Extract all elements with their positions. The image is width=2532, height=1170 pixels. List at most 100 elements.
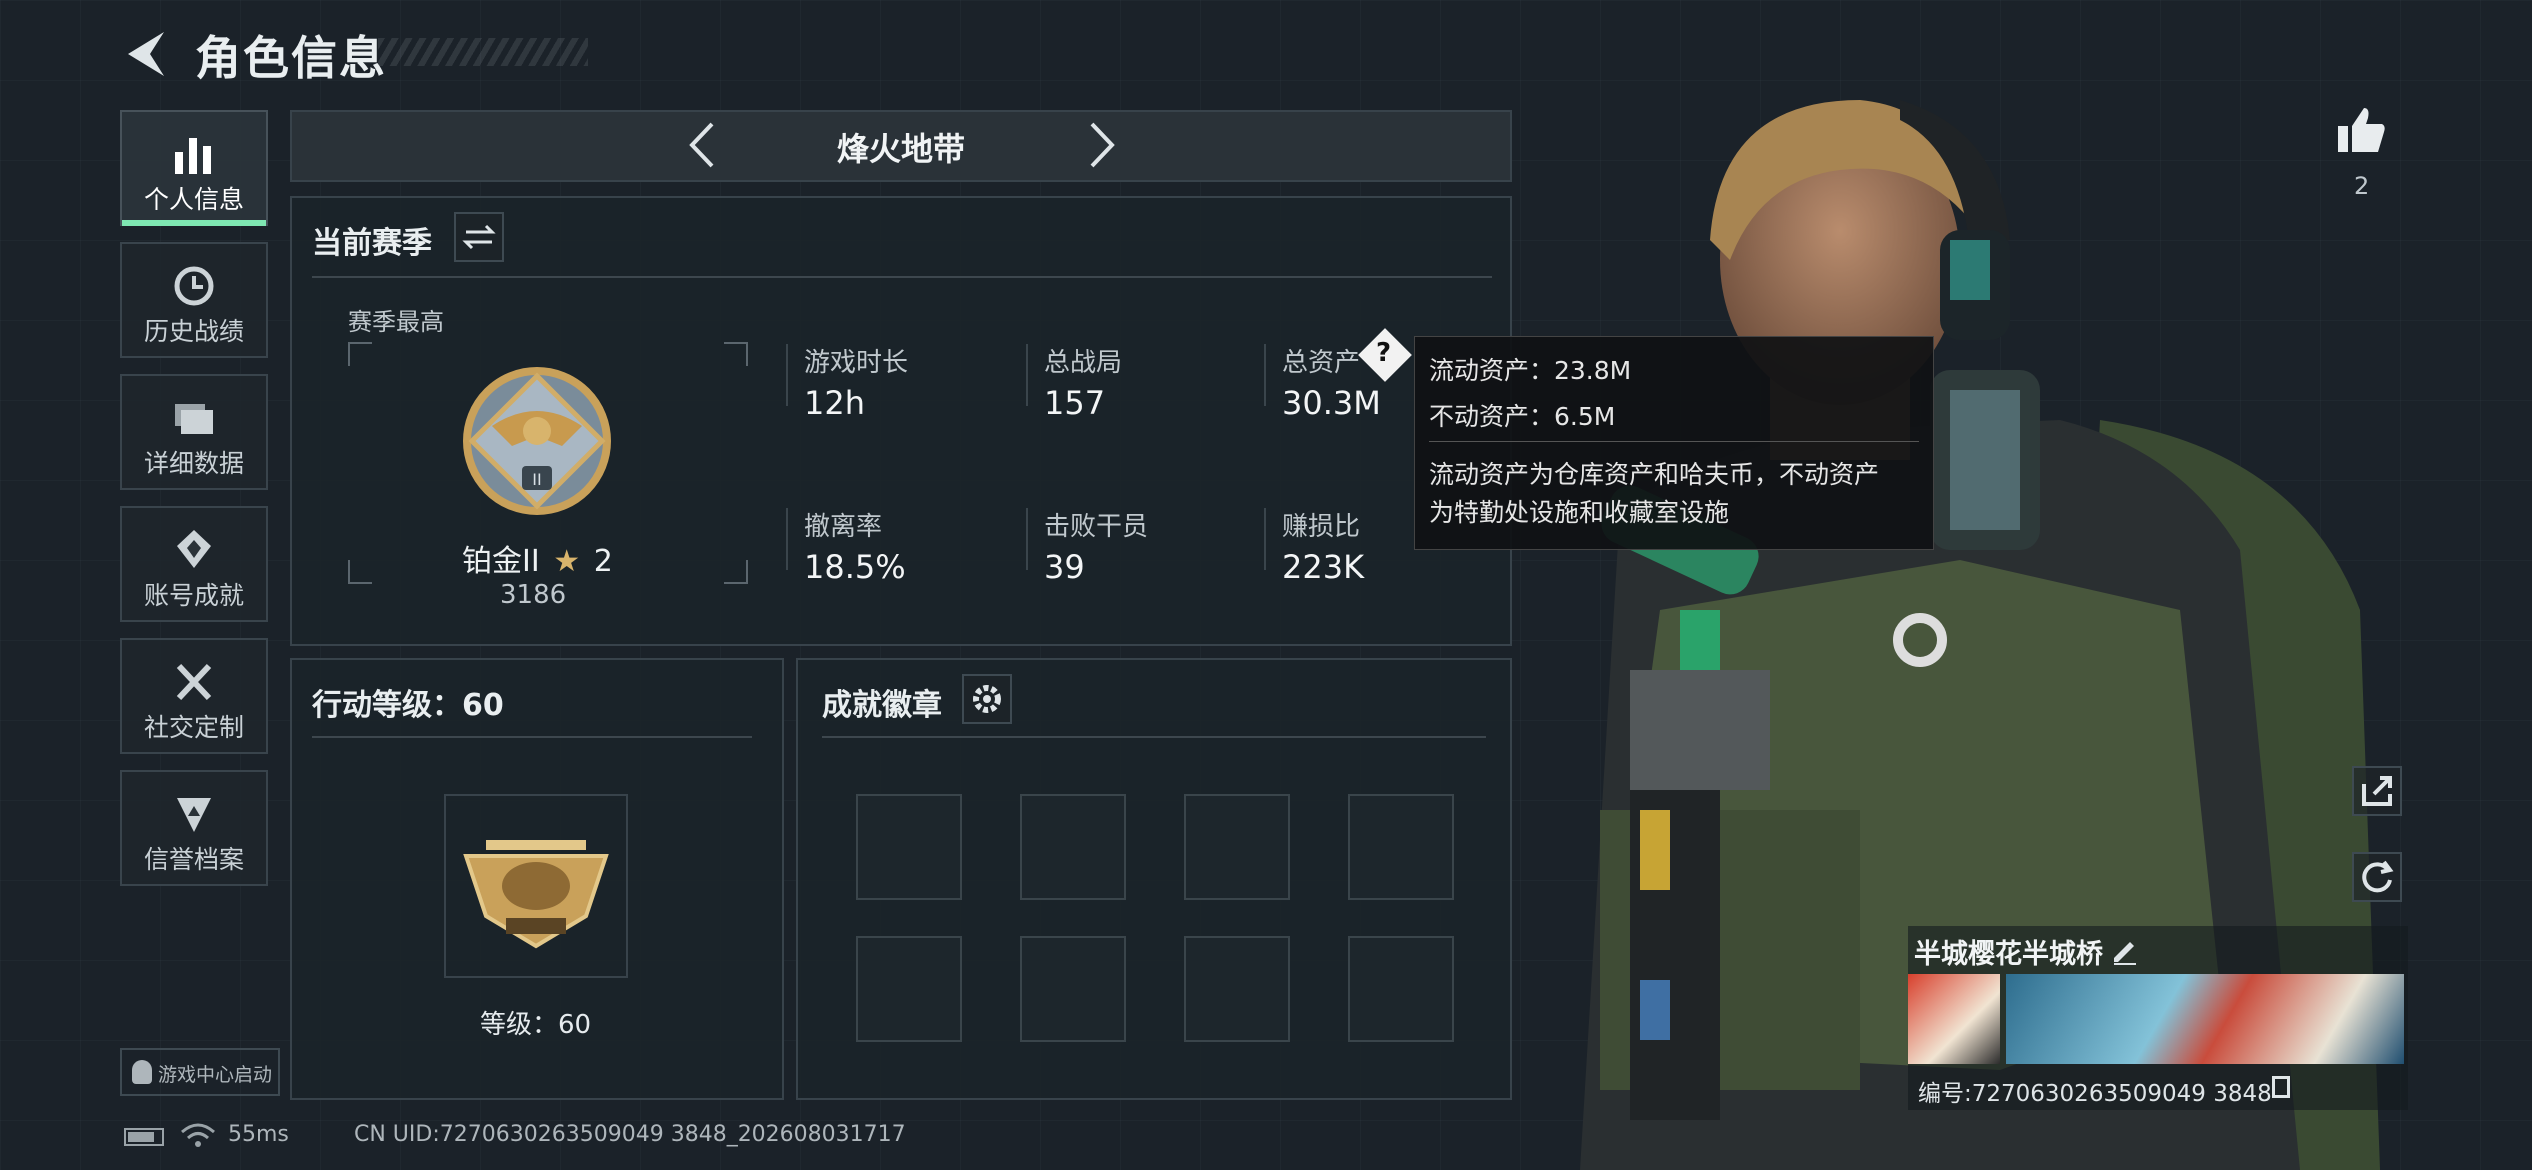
level-emblem-frame	[444, 794, 628, 978]
badge-slot[interactable]	[1348, 794, 1454, 900]
sidebar-item-personal-info[interactable]: 个人信息	[120, 110, 268, 226]
level-text: 等级：60	[480, 1010, 592, 1040]
stat-value-playtime: 12h	[804, 384, 865, 422]
star-icon: ★	[553, 544, 581, 579]
ping-value: 55ms	[228, 1122, 289, 1147]
game-center-icon	[132, 1060, 152, 1084]
copy-icon[interactable]	[2272, 1076, 2290, 1098]
sidebar-item-details[interactable]: 详细数据	[120, 374, 268, 490]
stat-divider	[1026, 344, 1028, 406]
stat-divider	[786, 344, 788, 406]
gear-icon	[973, 685, 1001, 713]
page-title: 角色信息	[195, 31, 387, 85]
share-icon	[2362, 776, 2392, 806]
badge-slot[interactable]	[856, 936, 962, 1042]
battery-icon	[124, 1128, 164, 1146]
tooltip-desc-line1: 流动资产为仓库资产和哈夫币，不动资产	[1429, 460, 1880, 489]
mode-tab-bar: 烽火地带	[290, 110, 1512, 182]
edit-name-icon[interactable]	[2108, 932, 2142, 966]
likes-count: 2	[2354, 172, 2370, 200]
sidebar-item-achievements[interactable]: 账号成就	[120, 506, 268, 622]
season-divider	[312, 276, 1492, 278]
season-title: 当前赛季	[312, 226, 432, 261]
stat-value-assets: 30.3M	[1282, 384, 1381, 422]
uid-text: CN UID:7270630263509049 3848_20260803171…	[354, 1122, 906, 1147]
stat-value-matches: 157	[1044, 384, 1106, 422]
season-panel: 当前赛季 赛季最高 II 铂金II ★ 2 3186 游戏时长 12h 总战局 …	[290, 196, 1512, 646]
badge-slot[interactable]	[1020, 794, 1126, 900]
folder-icon	[175, 404, 213, 434]
achievement-settings-button[interactable]	[962, 674, 1012, 724]
helicopter-emblem-icon	[463, 840, 609, 949]
refresh-button[interactable]	[2352, 852, 2402, 902]
sidebar-item-social[interactable]: 社交定制	[120, 638, 268, 754]
stat-label-matches: 总战局	[1044, 348, 1123, 378]
thumbs-up-icon[interactable]	[2334, 104, 2388, 158]
tooltip-desc-line2: 为特勤处设施和收藏室设施	[1429, 498, 1730, 527]
name-card-banner[interactable]	[2006, 974, 2404, 1064]
stat-label-profit-ratio: 赚损比	[1282, 512, 1361, 542]
sidebar-item-label: 社交定制	[143, 713, 244, 742]
stat-divider	[1264, 344, 1266, 406]
achievement-icon	[177, 530, 211, 568]
stat-label-playtime: 游戏时长	[804, 348, 909, 378]
tooltip-liquid-assets: 流动资产：23.8M	[1429, 356, 1632, 385]
badge-slot[interactable]	[1184, 794, 1290, 900]
sidebar-item-label: 账号成就	[143, 581, 244, 610]
stat-value-profit-ratio: 223K	[1282, 548, 1365, 586]
history-icon	[174, 266, 214, 306]
sidebar-item-history[interactable]: 历史战绩	[120, 242, 268, 358]
sidebar-item-credibility[interactable]: 信誉档案	[120, 770, 268, 886]
player-id: 编号:7270630263509049 3848	[1918, 1081, 2272, 1107]
svg-text:II: II	[532, 470, 541, 489]
player-card: 半城樱花半城桥 编号:7270630263509049 3848	[1908, 926, 2408, 1110]
frame-corner	[724, 342, 748, 366]
tooltip-divider	[1429, 441, 1919, 442]
frame-corner	[724, 560, 748, 584]
swap-icon	[462, 224, 496, 250]
back-arrow-icon[interactable]	[120, 26, 170, 82]
sidebar-item-label: 个人信息	[143, 185, 244, 214]
game-center-label: 游戏中心启动	[158, 1064, 273, 1086]
stat-value-kills: 39	[1044, 548, 1085, 586]
help-icon-mark: ?	[1376, 338, 1392, 368]
action-level-panel: 行动等级：60 等级：60	[290, 658, 784, 1100]
player-name: 半城樱花半城桥	[1914, 939, 2103, 970]
share-button[interactable]	[2352, 766, 2402, 816]
rank-name-row: 铂金II ★ 2	[462, 536, 613, 580]
sidebar-item-label: 信誉档案	[143, 845, 244, 874]
season-best-label: 赛季最高	[348, 308, 444, 336]
frame-corner	[348, 342, 372, 366]
stat-value-extract-rate: 18.5%	[804, 548, 906, 586]
badge-slot[interactable]	[1184, 936, 1290, 1042]
stat-divider	[786, 508, 788, 570]
avatar[interactable]	[1908, 974, 2000, 1064]
sidebar-item-label: 历史战绩	[143, 317, 244, 346]
rank-name: 铂金II	[462, 544, 540, 579]
achievements-panel: 成就徽章	[796, 658, 1512, 1100]
rank-stars: 2	[593, 544, 613, 579]
badge-slot[interactable]	[856, 794, 962, 900]
stat-label-extract-rate: 撤离率	[804, 512, 883, 542]
frame-corner	[348, 560, 372, 584]
tools-icon	[176, 663, 212, 701]
stat-divider	[1026, 508, 1028, 570]
badge-slot[interactable]	[1348, 936, 1454, 1042]
assets-tooltip: 流动资产：23.8M 不动资产：6.5M 流动资产为仓库资产和哈夫币，不动资产 …	[1414, 336, 1934, 550]
title-decoration	[378, 38, 588, 66]
chevron-right-icon[interactable]	[1086, 120, 1120, 170]
wifi-icon	[181, 1123, 215, 1147]
refresh-icon	[2362, 860, 2394, 893]
bar-chart-icon	[175, 138, 211, 174]
game-center-button[interactable]: 游戏中心启动	[120, 1048, 280, 1096]
switch-season-button[interactable]	[454, 212, 504, 262]
stat-label-assets: 总资产	[1282, 348, 1361, 378]
badge-slot[interactable]	[1020, 936, 1126, 1042]
stat-divider	[1264, 508, 1266, 570]
tooltip-fixed-assets: 不动资产：6.5M	[1429, 402, 1616, 431]
sidebar-item-label: 详细数据	[143, 449, 244, 478]
achievements-divider	[822, 736, 1486, 738]
achievements-title: 成就徽章	[822, 688, 942, 723]
stat-label-kills: 击败干员	[1044, 512, 1149, 542]
mode-title: 烽火地带	[836, 130, 965, 168]
